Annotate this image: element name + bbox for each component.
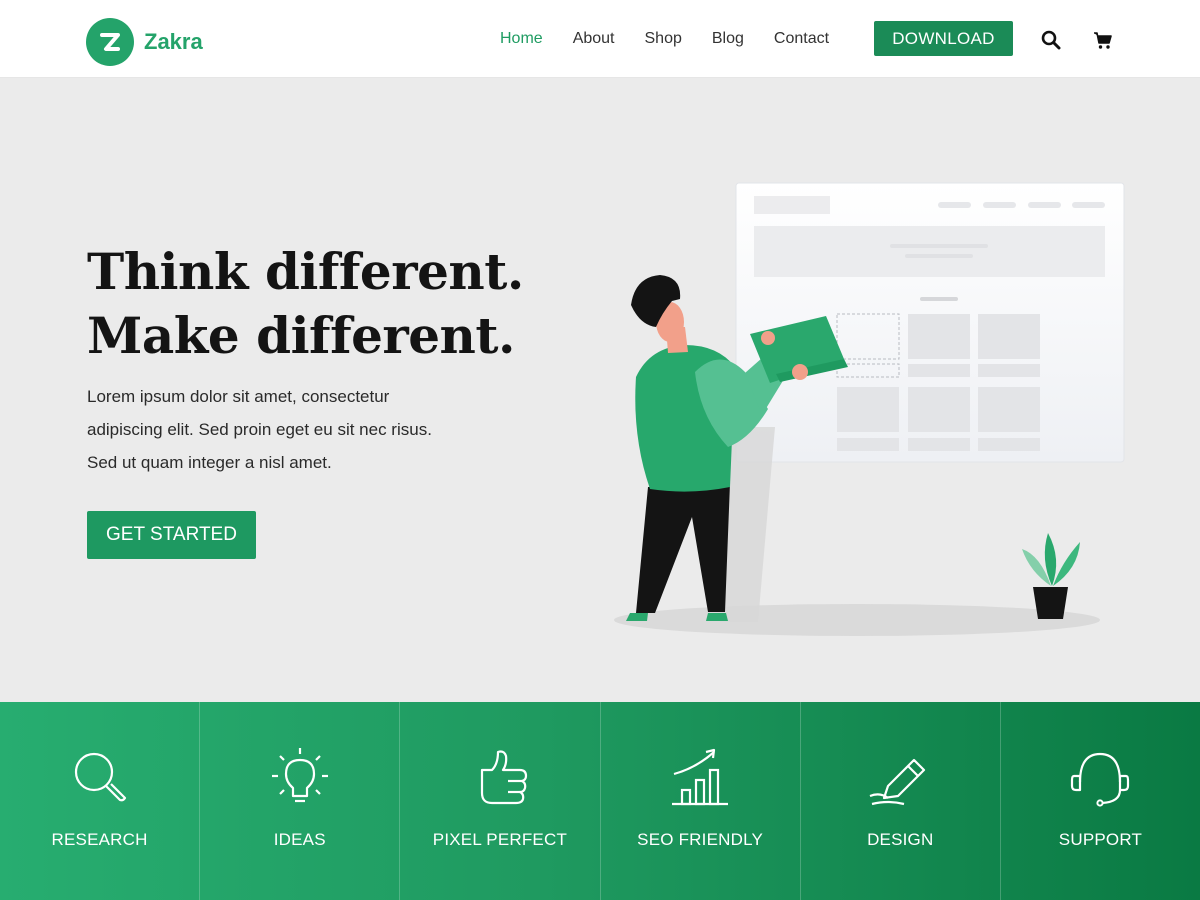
feature-label: DESIGN xyxy=(867,830,934,849)
hero-description-line: Sed ut quam integer a nisl amet. xyxy=(87,453,332,472)
nav-contact[interactable]: Contact xyxy=(774,30,829,48)
feature-seo-friendly[interactable]: SEO FRIENDLY xyxy=(601,702,801,900)
nav-blog[interactable]: Blog xyxy=(712,30,744,48)
hero-title-line: Think different. xyxy=(87,242,524,301)
brand-name: Zakra xyxy=(144,29,203,54)
search-icon[interactable] xyxy=(1041,30,1061,50)
hero-description-line: adipiscing elit. Sed proin eget eu sit n… xyxy=(87,420,432,439)
headset-icon xyxy=(1071,752,1130,807)
get-started-button[interactable]: GET STARTED xyxy=(87,511,256,559)
pencil-icon xyxy=(869,758,926,806)
zakra-logo-icon xyxy=(86,18,134,66)
hero-description-line: Lorem ipsum dolor sit amet, consectetur xyxy=(87,387,390,406)
growth-chart-icon xyxy=(672,748,729,806)
feature-label: IDEAS xyxy=(273,830,326,849)
hero-title-line: Make different. xyxy=(87,306,515,365)
feature-label: SUPPORT xyxy=(1058,830,1143,849)
brand-logo[interactable]: Zakra xyxy=(86,18,203,66)
feature-label: SEO FRIENDLY xyxy=(637,830,764,849)
site-header: Zakra Home About Shop Blog Contact DOWNL… xyxy=(0,0,1200,77)
thumbs-up-icon xyxy=(480,750,528,805)
nav-home[interactable]: Home xyxy=(500,30,543,48)
hero-section: Think different. Make different. Lorem i… xyxy=(0,77,1200,702)
hero-title: Think different. Make different. xyxy=(87,240,567,368)
feature-research[interactable]: RESEARCH xyxy=(0,702,201,900)
feature-ideas[interactable]: IDEAS xyxy=(200,702,401,900)
hero-description: Lorem ipsum dolor sit amet, consectetur … xyxy=(87,380,497,479)
cart-icon[interactable] xyxy=(1093,30,1113,50)
main-nav: Home About Shop Blog Contact xyxy=(500,0,859,77)
lightbulb-icon xyxy=(271,748,328,803)
magnifier-icon xyxy=(74,752,126,802)
feature-design[interactable]: DESIGN xyxy=(801,702,1001,900)
nav-about[interactable]: About xyxy=(573,30,615,48)
features-strip: RESEARCH IDEAS PIXEL PERFECT SEO FRIENDL… xyxy=(0,702,1200,900)
feature-label: PIXEL PERFECT xyxy=(432,830,568,849)
feature-pixel-perfect[interactable]: PIXEL PERFECT xyxy=(400,702,601,900)
download-button[interactable]: DOWNLOAD xyxy=(874,21,1013,56)
hero-illustration xyxy=(614,182,1125,636)
feature-label: RESEARCH xyxy=(51,830,148,849)
feature-support[interactable]: SUPPORT xyxy=(1001,702,1200,900)
nav-shop[interactable]: Shop xyxy=(645,30,682,48)
